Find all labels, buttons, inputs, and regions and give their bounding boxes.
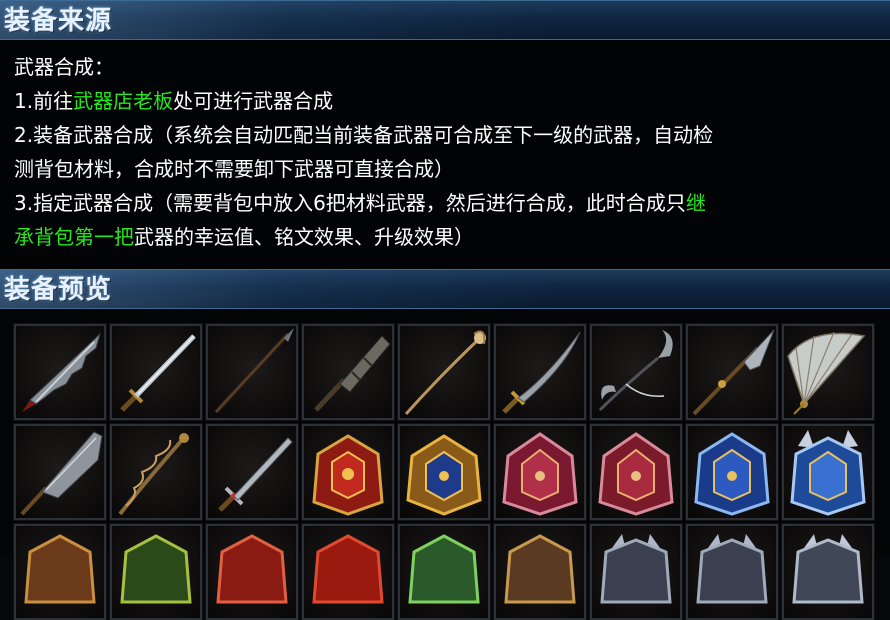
equipment-source-header: 装备来源 bbox=[0, 0, 890, 40]
equipment-slot[interactable] bbox=[589, 423, 683, 521]
blue-horned-armor-icon bbox=[790, 430, 866, 516]
crimson-armor-alt-icon bbox=[598, 432, 674, 516]
armor-row3-2-icon bbox=[120, 534, 192, 604]
crimson-armor-icon bbox=[502, 432, 578, 516]
equipment-slot[interactable] bbox=[589, 323, 683, 421]
equipment-slot[interactable] bbox=[493, 523, 587, 620]
description-line-1: 1.前往武器店老板处可进行武器合成 bbox=[14, 84, 876, 118]
equipment-slot[interactable] bbox=[397, 523, 491, 620]
equipment-slot[interactable] bbox=[205, 323, 299, 421]
description-heading: 武器合成： bbox=[14, 55, 114, 79]
armor-row3-9-icon bbox=[792, 534, 864, 604]
serpent-spear-icon bbox=[692, 329, 775, 416]
equipment-slot[interactable] bbox=[493, 423, 587, 521]
broad-saber-icon bbox=[22, 332, 101, 412]
equipment-slot[interactable] bbox=[13, 323, 107, 421]
weapon-shop-owner-link[interactable]: 武器店老板 bbox=[73, 89, 173, 113]
golden-staff-icon bbox=[404, 330, 486, 416]
equipment-slot[interactable] bbox=[301, 423, 395, 521]
equipment-slot[interactable] bbox=[397, 423, 491, 521]
armor-row3-6-icon bbox=[504, 534, 576, 604]
equipment-slot[interactable] bbox=[205, 423, 299, 521]
equipment-preview-title: 装备预览 bbox=[4, 275, 113, 305]
equipment-slot[interactable] bbox=[493, 323, 587, 421]
equipment-slot[interactable] bbox=[109, 423, 203, 521]
armor-row3-3-icon bbox=[216, 534, 288, 604]
equipment-slot[interactable] bbox=[589, 523, 683, 620]
equipment-slot[interactable] bbox=[685, 423, 779, 521]
equipment-grid bbox=[13, 323, 875, 620]
description-line-2a: 2.装备武器合成（系统会自动匹配当前装备武器可合成至下一级的武器，自动检 bbox=[14, 123, 714, 147]
line3a-highlight: 继 bbox=[685, 191, 706, 215]
war-fan-icon bbox=[787, 331, 866, 415]
equipment-slot[interactable] bbox=[781, 323, 875, 421]
guan-dao-icon bbox=[20, 431, 103, 516]
equipment-slot[interactable] bbox=[301, 523, 395, 620]
line3b-suffix: 武器的幸运值、铭文效果、升级效果） bbox=[134, 225, 474, 249]
armor-row3-7-icon bbox=[600, 534, 672, 604]
description-line-2b: 测背包材料，合成时不需要卸下武器可直接合成） bbox=[14, 157, 454, 181]
equipment-slot[interactable] bbox=[109, 523, 203, 620]
equipment-slot[interactable] bbox=[781, 423, 875, 521]
dark-spear-icon bbox=[214, 328, 294, 414]
curved-blade-icon bbox=[502, 331, 581, 414]
bamboo-club-icon bbox=[314, 335, 391, 412]
double-sickle-icon bbox=[598, 330, 673, 412]
equipment-slot[interactable] bbox=[301, 323, 395, 421]
equipment-slot[interactable] bbox=[13, 523, 107, 620]
description-line-3b: 承背包第一把武器的幸运值、铭文效果、升级效果） bbox=[14, 220, 876, 254]
armor-row3-5-icon bbox=[408, 534, 480, 604]
dragon-staff-icon bbox=[118, 433, 189, 516]
jeweled-sword-icon bbox=[218, 437, 293, 512]
equipment-preview-header: 装备预览 bbox=[0, 269, 890, 309]
equipment-slot[interactable] bbox=[781, 523, 875, 620]
equipment-slot[interactable] bbox=[685, 523, 779, 620]
red-gold-armor-icon bbox=[312, 434, 384, 516]
armor-row3-1-icon bbox=[24, 534, 96, 604]
long-sword-icon bbox=[120, 334, 196, 412]
line3a-prefix: 3.指定武器合成（需要背包中放入6把材料武器，然后进行合成，此时合成只 bbox=[14, 191, 686, 215]
equipment-slot[interactable] bbox=[397, 323, 491, 421]
equipment-slot[interactable] bbox=[109, 323, 203, 421]
equipment-source-title: 装备来源 bbox=[4, 6, 113, 36]
equipment-source-description: 武器合成： 1.前往武器店老板处可进行武器合成 2.装备武器合成（系统会自动匹配… bbox=[0, 40, 890, 269]
gold-blue-armor-icon bbox=[406, 434, 482, 516]
armor-row3-8-icon bbox=[696, 534, 768, 604]
line3b-highlight: 承背包第一把 bbox=[14, 225, 134, 249]
blue-armor-icon bbox=[694, 432, 770, 516]
description-line-3a: 3.指定武器合成（需要背包中放入6把材料武器，然后进行合成，此时合成只继 bbox=[14, 186, 876, 220]
armor-row3-4-icon bbox=[312, 534, 384, 604]
line1-suffix: 处可进行武器合成 bbox=[173, 89, 334, 113]
equipment-preview-area bbox=[0, 309, 890, 620]
equipment-slot[interactable] bbox=[13, 423, 107, 521]
equipment-slot[interactable] bbox=[205, 523, 299, 620]
line1-prefix: 1.前往 bbox=[14, 89, 74, 113]
equipment-slot[interactable] bbox=[685, 323, 779, 421]
